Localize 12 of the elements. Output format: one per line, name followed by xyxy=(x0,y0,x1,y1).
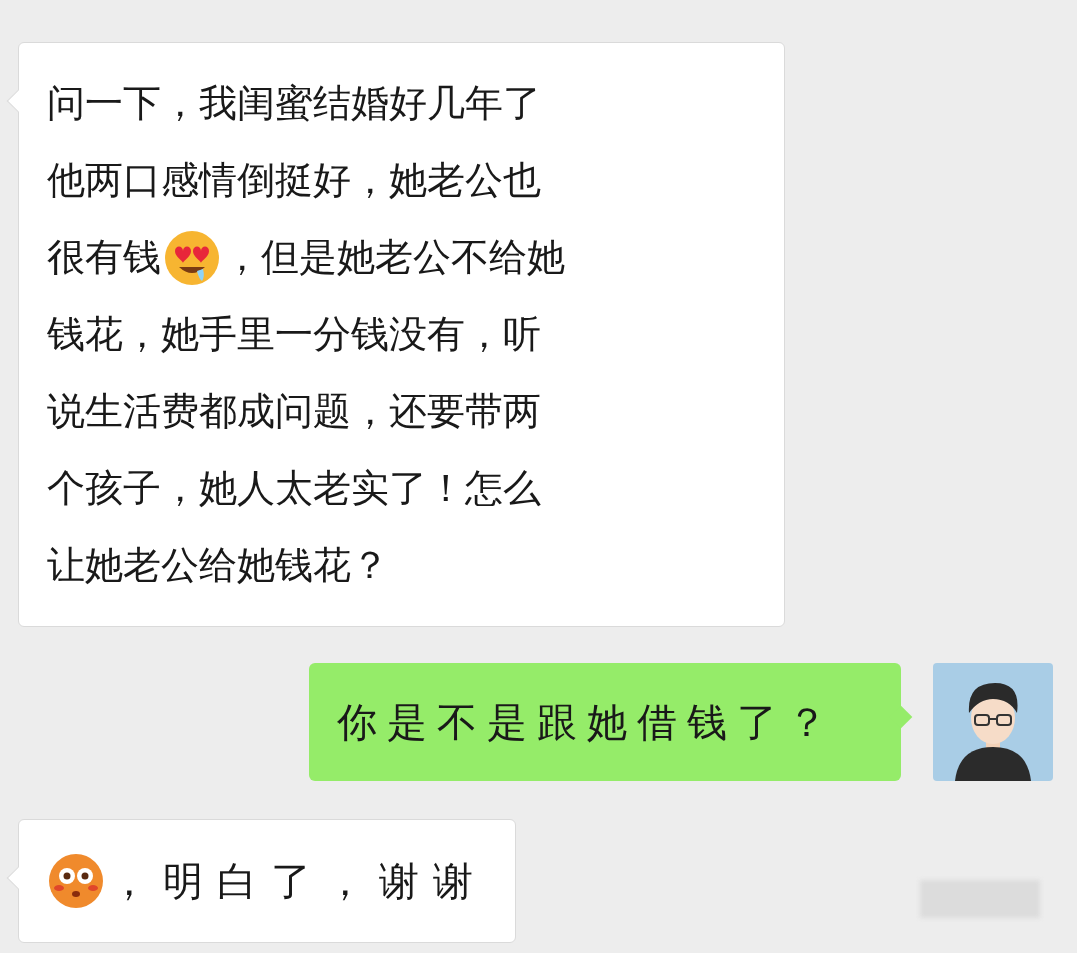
message-text: 他两口感情倒挺好，她老公也 xyxy=(47,157,541,204)
message-text: 让她老公给她钱花？ xyxy=(47,542,389,589)
message-text: ，但是她老公不给她 xyxy=(223,234,565,281)
message-text: 很有钱 xyxy=(47,234,161,281)
message-text: 你是不是跟她借钱了？ xyxy=(337,698,837,747)
message-text: 钱花，她手里一分钱没有，听 xyxy=(47,311,541,358)
message-text: 说生活费都成问题，还要带两 xyxy=(47,388,541,435)
message-text: 个孩子，她人太老实了！怎么 xyxy=(47,465,541,512)
message-text: ，明白了，谢谢 xyxy=(109,857,487,906)
flushed-emoji-icon xyxy=(47,852,105,910)
heart-eyes-emoji-icon xyxy=(163,228,221,287)
message-text: 问一下，我闺蜜结婚好几年了 xyxy=(47,80,541,127)
